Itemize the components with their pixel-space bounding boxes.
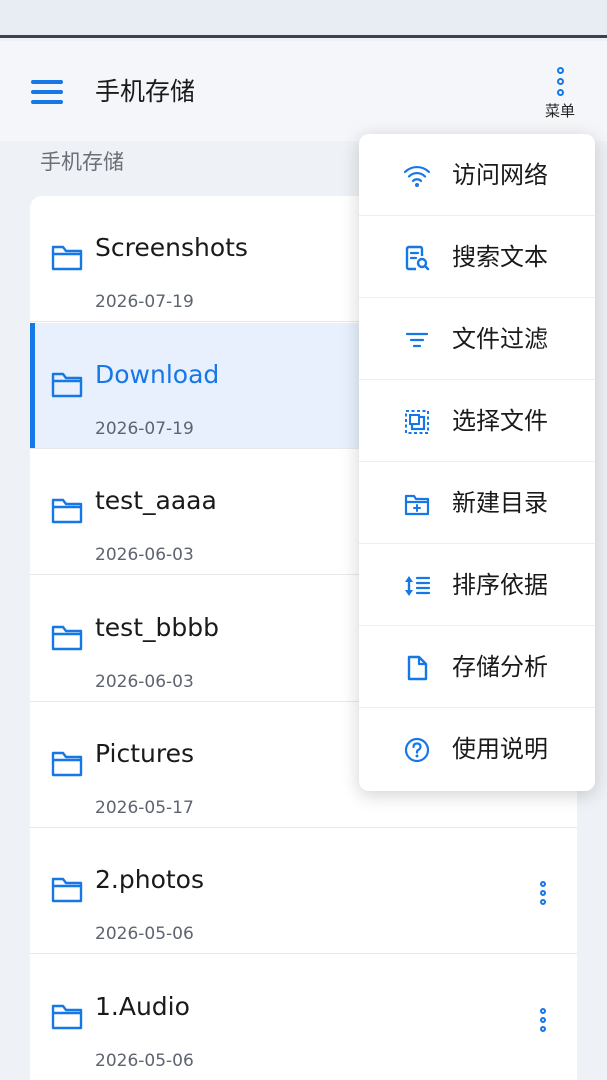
menu-item-label: 新建目录 — [452, 489, 548, 517]
file-date: 2026-05-06 — [95, 924, 194, 944]
section-label: 手机存储 — [40, 150, 124, 174]
file-date: 2026-06-03 — [95, 672, 194, 692]
menu-item-network-access[interactable]: 访问网络 — [359, 134, 595, 216]
folder-icon — [51, 625, 83, 651]
menu-item-select-files[interactable]: 选择文件 — [359, 380, 595, 462]
file-name: Download — [95, 360, 220, 389]
folder-icon — [51, 498, 83, 524]
file-date: 2026-06-03 — [95, 545, 194, 565]
help-icon — [404, 737, 430, 763]
file-date: 2026-07-19 — [95, 292, 194, 312]
menu-button-label: 菜单 — [544, 102, 575, 120]
folder-icon — [51, 245, 83, 271]
overflow-menu-button[interactable]: 菜单 — [535, 65, 585, 129]
menu-item-label: 选择文件 — [452, 407, 548, 435]
file-name: Pictures — [95, 739, 194, 768]
file-date: 2026-05-06 — [95, 1051, 194, 1071]
menu-item-sort-by[interactable]: 排序依据 — [359, 544, 595, 626]
hamburger-menu-icon[interactable] — [31, 80, 63, 104]
folder-icon — [51, 372, 83, 398]
search-document-icon — [405, 245, 430, 271]
status-bar — [0, 0, 607, 38]
file-name: 2.photos — [95, 865, 204, 894]
filter-icon — [405, 332, 429, 348]
menu-item-label: 搜索文本 — [452, 243, 548, 271]
row-more-icon[interactable] — [536, 1008, 550, 1038]
file-row-1-audio[interactable]: 1.Audio 2026-05-06 — [30, 955, 577, 1080]
new-folder-icon — [404, 494, 430, 516]
folder-icon — [51, 877, 83, 903]
menu-item-label: 排序依据 — [452, 571, 548, 599]
select-files-icon — [405, 410, 429, 434]
row-more-icon[interactable] — [536, 881, 550, 911]
app-title: 手机存储 — [95, 77, 196, 106]
menu-item-label: 访问网络 — [452, 161, 548, 189]
app-bar: 手机存储 菜单 — [0, 41, 607, 141]
file-date: 2026-05-17 — [95, 798, 194, 818]
menu-item-file-filter[interactable]: 文件过滤 — [359, 298, 595, 380]
file-name: 1.Audio — [95, 992, 190, 1021]
menu-item-label: 使用说明 — [452, 735, 548, 763]
menu-item-label: 存储分析 — [452, 653, 548, 681]
file-name: test_aaaa — [95, 486, 217, 515]
menu-item-instructions[interactable]: 使用说明 — [359, 708, 595, 790]
file-name: Screenshots — [95, 233, 248, 262]
folder-icon — [51, 1004, 83, 1030]
menu-item-search-text[interactable]: 搜索文本 — [359, 216, 595, 298]
overflow-popup-menu: 访问网络 搜索文本 文件过滤 选择文件 新建目录 排序依据 存储分析 使用说明 — [359, 134, 595, 791]
file-row-2-photos[interactable]: 2.photos 2026-05-06 — [30, 828, 577, 954]
more-vertical-icon — [556, 67, 564, 96]
file-date: 2026-07-19 — [95, 419, 194, 439]
file-name: test_bbbb — [95, 613, 219, 642]
sort-icon — [405, 576, 431, 596]
file-icon — [407, 655, 428, 681]
menu-item-new-directory[interactable]: 新建目录 — [359, 462, 595, 544]
menu-item-label: 文件过滤 — [452, 325, 548, 353]
wifi-icon — [403, 165, 431, 187]
menu-item-storage-analysis[interactable]: 存储分析 — [359, 626, 595, 708]
folder-icon — [51, 751, 83, 777]
